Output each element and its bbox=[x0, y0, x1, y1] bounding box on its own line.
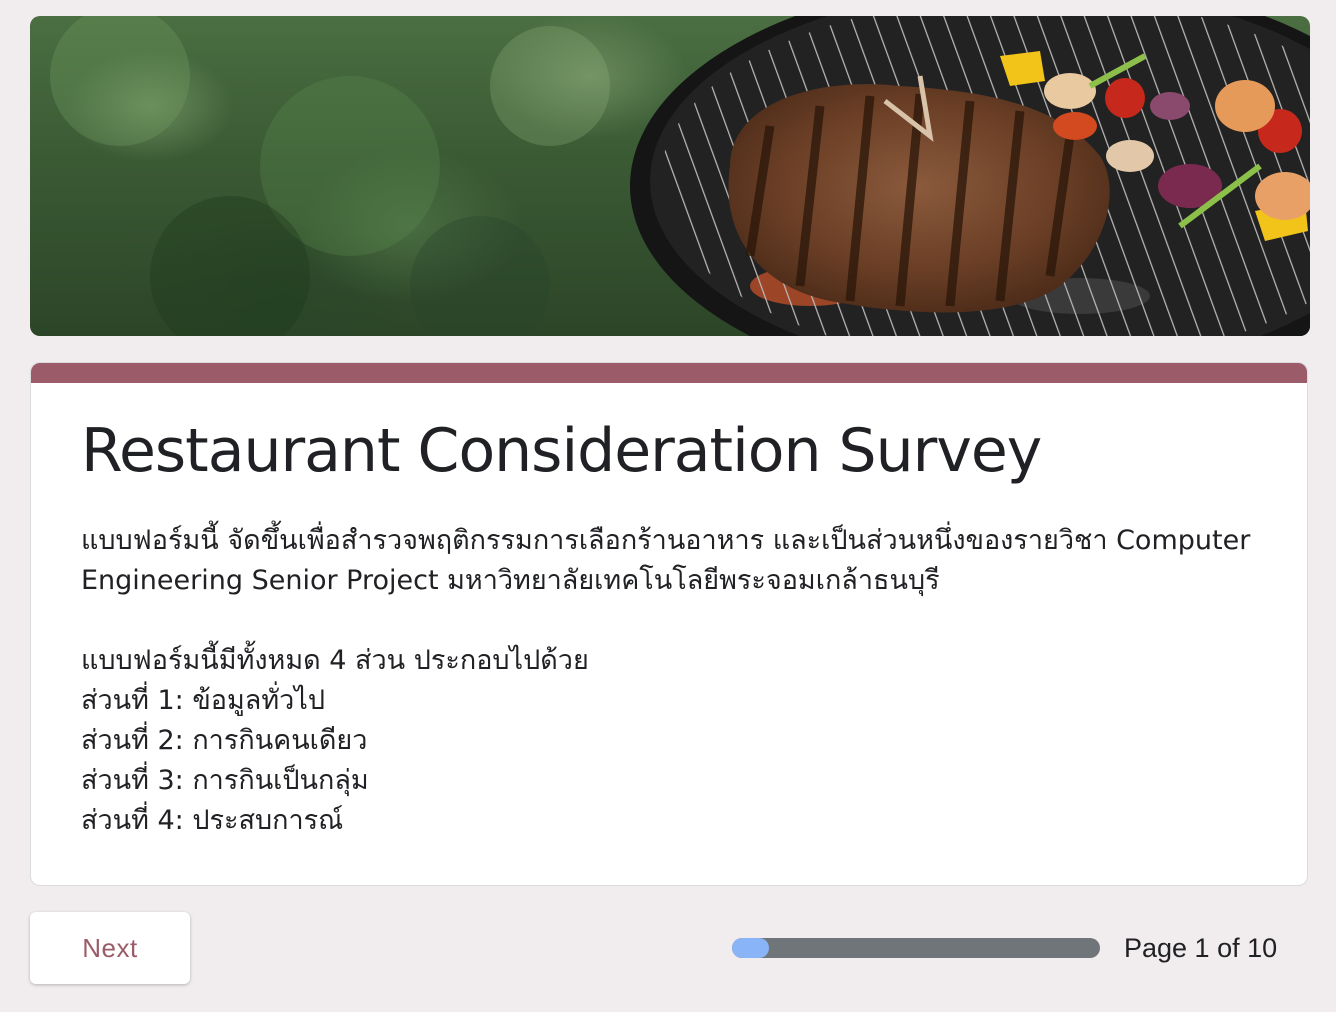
description-line: Engineering Senior Project มหาวิทยาลัยเท… bbox=[81, 565, 940, 596]
description-line: แบบฟอร์มนี้ จัดขึ้นเพื่อสำรวจพฤติกรรมการ… bbox=[81, 525, 1251, 556]
section-item: ส่วนที่ 4: ประสบการณ์ bbox=[81, 805, 344, 836]
section-item: ส่วนที่ 2: การกินคนเดียว bbox=[81, 725, 368, 756]
header-image bbox=[30, 16, 1310, 336]
form-header-card: Restaurant Consideration Survey แบบฟอร์ม… bbox=[30, 362, 1308, 886]
progress-bar bbox=[732, 938, 1100, 958]
next-button[interactable]: Next bbox=[30, 912, 190, 984]
section-item: ส่วนที่ 1: ข้อมูลทั่วไป bbox=[81, 685, 326, 716]
sections-intro: แบบฟอร์มนี้มีทั้งหมด 4 ส่วน ประกอบไปด้วย bbox=[81, 645, 589, 676]
section-item: ส่วนที่ 3: การกินเป็นกลุ่ม bbox=[81, 765, 369, 796]
form-title: Restaurant Consideration Survey bbox=[81, 416, 1042, 486]
form-page: Restaurant Consideration Survey แบบฟอร์ม… bbox=[0, 0, 1336, 1012]
accent-bar bbox=[31, 363, 1307, 383]
progress-fill bbox=[732, 938, 769, 958]
form-description: แบบฟอร์มนี้ จัดขึ้นเพื่อสำรวจพฤติกรรมการ… bbox=[81, 521, 1261, 841]
page-indicator: Page 1 of 10 bbox=[1124, 933, 1278, 963]
